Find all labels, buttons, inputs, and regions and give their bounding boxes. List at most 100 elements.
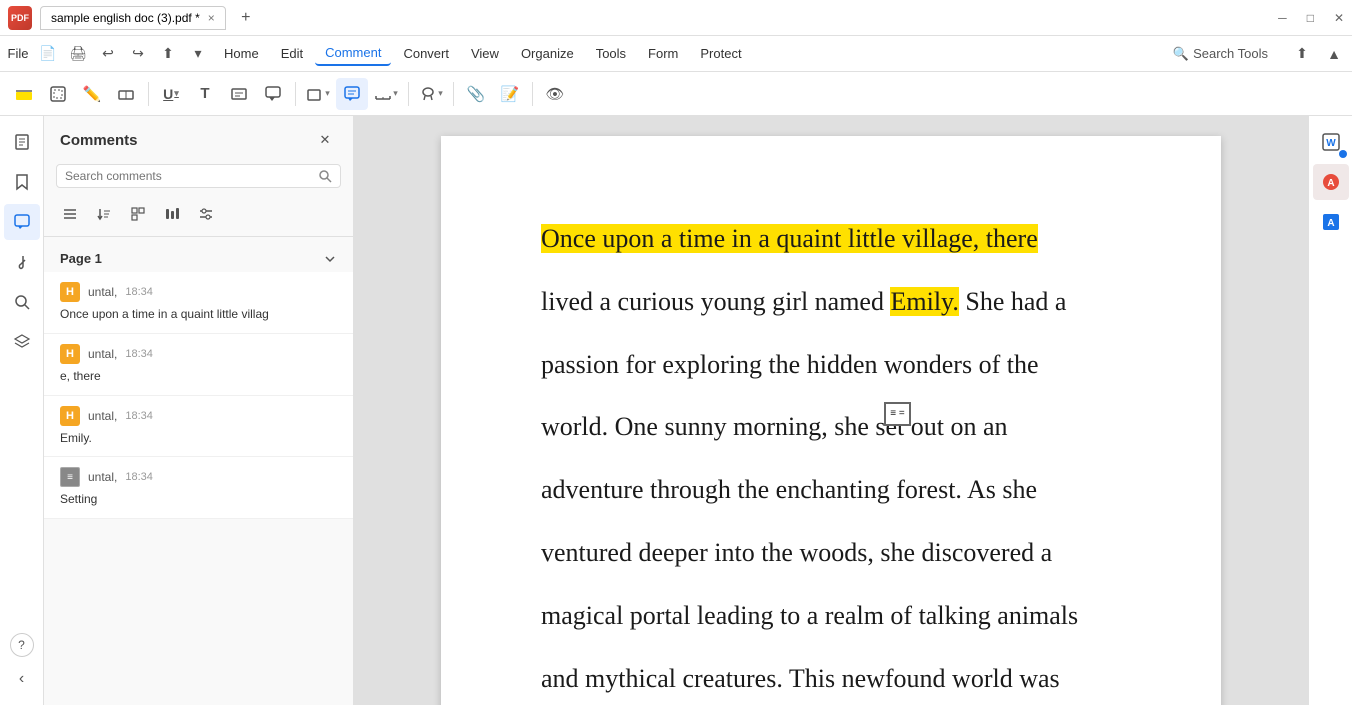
sidebar-icon-help[interactable]: ?	[10, 633, 34, 657]
pdf-paragraph-2: lived a curious young girl named Emily. …	[541, 279, 1121, 326]
menu-bar: File 📄 🖨 ↩ ↪ ⬆ ▾ Home Edit Comment Conve…	[0, 36, 1352, 72]
menu-item-tools[interactable]: Tools	[586, 42, 636, 65]
minimize-button[interactable]: ─	[1278, 11, 1287, 25]
comment-time-3: 18:34	[125, 410, 153, 422]
comment-user-4: untal,	[88, 470, 117, 484]
comment-meta-4: ≡ untal, 18:34	[60, 467, 337, 487]
menu-item-edit[interactable]: Edit	[271, 42, 313, 65]
text-tool-button[interactable]: T	[189, 78, 221, 110]
comments-search-bar	[44, 164, 353, 196]
callout-tool-button[interactable]	[257, 78, 289, 110]
right-sidebar-word-button[interactable]: A	[1313, 204, 1349, 240]
highlight-tool-button[interactable]	[8, 78, 40, 110]
sidebar-icon-pages[interactable]	[4, 124, 40, 160]
show-hide-button[interactable]: 👁	[539, 78, 571, 110]
more-menu-icon[interactable]: ▾	[184, 40, 212, 68]
close-button[interactable]: ✕	[1334, 11, 1344, 25]
filter-toolbar	[44, 196, 353, 237]
menu-item-home[interactable]: Home	[214, 42, 269, 65]
divider-3	[408, 82, 409, 106]
textbox-tool-button[interactable]	[223, 78, 255, 110]
attach-tool-button[interactable]: 📎	[460, 78, 492, 110]
pdf-viewer[interactable]: Once upon a time in a quaint little vill…	[354, 116, 1308, 705]
comment-item-3[interactable]: H untal, 18:34 Emily.	[44, 396, 353, 458]
pdf-paragraph-1: Once upon a time in a quaint little vill…	[541, 216, 1121, 263]
comment-time-4: 18:34	[125, 471, 153, 483]
menu-item-protect[interactable]: Protect	[690, 42, 751, 65]
underline-tool-button[interactable]: U▾	[155, 78, 187, 110]
pdf-paragraph-6: ventured deeper into the woods, she disc…	[541, 530, 1121, 577]
left-sidebar: ? ‹	[0, 116, 44, 705]
collapse-ribbon-button[interactable]: ▲	[1320, 40, 1348, 68]
comment-item-1[interactable]: H untal, 18:34 Once upon a time in a qua…	[44, 272, 353, 334]
pencil-tool-button[interactable]: ✏️	[76, 78, 108, 110]
sidebar-icon-bookmarks[interactable]	[4, 164, 40, 200]
menu-item-comment[interactable]: Comment	[315, 41, 391, 66]
tab-name: sample english doc (3).pdf *	[51, 11, 200, 25]
filter-group-icon[interactable]	[124, 200, 152, 228]
comments-search-wrap	[56, 164, 341, 188]
filter-list-icon[interactable]	[56, 200, 84, 228]
page-1-header[interactable]: Page 1	[44, 245, 353, 272]
close-comments-button[interactable]: ✕	[313, 128, 337, 152]
comment-avatar-1: H	[60, 282, 80, 302]
stamp-tool-button[interactable]: ▾	[415, 78, 447, 110]
svg-text:A: A	[1327, 178, 1334, 189]
comments-header: Comments ✕	[44, 116, 353, 164]
app-icon: PDF	[8, 6, 32, 30]
sidebar-icon-comments[interactable]	[4, 204, 40, 240]
main-content: ? ‹ Comments ✕	[0, 116, 1352, 705]
highlighted-text-emily: Emily.	[890, 287, 958, 316]
pdf-paragraph-3: passion for exploring the hidden wonders…	[541, 342, 1121, 389]
w-badge	[1339, 150, 1347, 158]
menu-item-view[interactable]: View	[461, 42, 509, 65]
right-sidebar-properties-icon[interactable]: W	[1313, 124, 1349, 160]
comment-meta-3: H untal, 18:34	[60, 406, 337, 426]
page-1-label: Page 1	[60, 251, 102, 266]
comment-tool-button[interactable]	[336, 78, 368, 110]
comment-item-4[interactable]: ≡ untal, 18:34 Setting	[44, 457, 353, 519]
comment-avatar-3: H	[60, 406, 80, 426]
sidebar-collapse-button[interactable]: ‹	[4, 661, 40, 697]
measure-tool-button[interactable]: ▾	[370, 78, 402, 110]
eraser-tool-button[interactable]	[110, 78, 142, 110]
menu-item-organize[interactable]: Organize	[511, 42, 584, 65]
add-tab-button[interactable]: +	[234, 6, 258, 30]
print-icon[interactable]: 🖨	[64, 40, 92, 68]
undo-icon[interactable]: ↩	[94, 40, 122, 68]
file-label: File	[8, 46, 29, 61]
search-icon	[318, 169, 332, 183]
divider-1	[148, 82, 149, 106]
pdf-paragraph-8: and mythical creatures. This newfound wo…	[541, 656, 1121, 703]
search-tools-button[interactable]: 🔍 Search Tools	[1163, 42, 1278, 66]
sidebar-icon-search[interactable]	[4, 284, 40, 320]
maximize-button[interactable]: □	[1307, 11, 1314, 25]
comment-user-2: untal,	[88, 347, 117, 361]
redo-icon[interactable]: ↪	[124, 40, 152, 68]
filter-sort-icon[interactable]	[90, 200, 118, 228]
comments-panel: Comments ✕	[44, 116, 354, 705]
sidebar-icon-attachments[interactable]	[4, 244, 40, 280]
search-tools-label: Search Tools	[1193, 46, 1268, 61]
menu-item-convert[interactable]: Convert	[393, 42, 459, 65]
pdf-page: Once upon a time in a quaint little vill…	[441, 136, 1221, 705]
shapes-tool-button[interactable]: ▾	[302, 78, 334, 110]
document-tab[interactable]: sample english doc (3).pdf * ×	[40, 6, 226, 30]
menu-item-form[interactable]: Form	[638, 42, 688, 65]
comments-search-input[interactable]	[65, 169, 312, 183]
cloud-upload-button[interactable]: ⬆	[1288, 40, 1316, 68]
sidebar-icon-layers[interactable]	[4, 324, 40, 360]
save-icon[interactable]: 📄	[34, 40, 62, 68]
filter-settings-icon[interactable]	[192, 200, 220, 228]
file-menu-button[interactable]: File	[4, 40, 32, 68]
selection-tool-button[interactable]	[42, 78, 74, 110]
text-comment-tool-button[interactable]: 📝	[494, 78, 526, 110]
right-sidebar-ai-button[interactable]: A	[1313, 164, 1349, 200]
comments-title: Comments	[60, 132, 138, 149]
close-tab-icon[interactable]: ×	[208, 11, 215, 25]
stamp-area: she set out on an≡ =	[834, 404, 1007, 451]
title-bar: PDF sample english doc (3).pdf * × + ─ □…	[0, 0, 1352, 36]
filter-bar-icon[interactable]	[158, 200, 186, 228]
comment-item-2[interactable]: H untal, 18:34 e, there	[44, 334, 353, 396]
upload-icon[interactable]: ⬆	[154, 40, 182, 68]
